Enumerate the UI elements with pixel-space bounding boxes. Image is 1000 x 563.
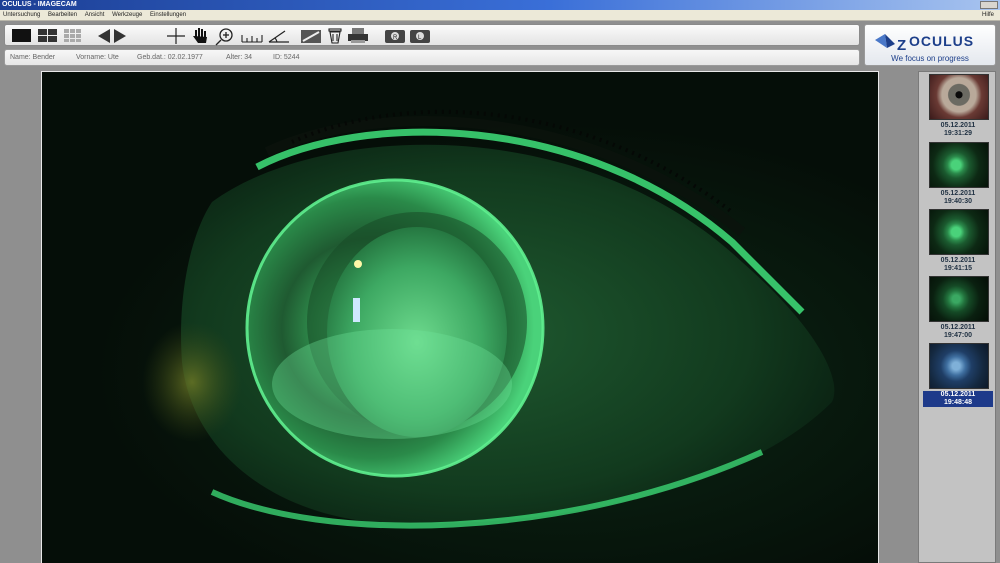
hand-pan-icon[interactable] [193, 28, 207, 43]
thumbnail-1-time: 19:31:29 [943, 130, 973, 137]
svg-text:R: R [393, 35, 398, 41]
zoom-icon[interactable] [215, 28, 233, 46]
title-bar: OCULUS - IMAGECAM [0, 0, 1000, 10]
menu-einstellungen[interactable]: Einstellungen [147, 10, 189, 21]
oculus-logo: Z OCULUS We focus on progress [864, 24, 996, 66]
print-icon[interactable] [348, 28, 368, 43]
menu-bar: Untersuchung Bearbeiten Ansicht Werkzeug… [0, 10, 1000, 21]
multi-view-icon[interactable] [64, 29, 81, 42]
patient-name: Name: Bender [10, 54, 56, 61]
menu-hilfe[interactable]: Hilfe [979, 10, 997, 21]
patient-age: Alter: 34 [226, 54, 253, 61]
thumbnail-2-date: 05.12.2011 [940, 190, 976, 197]
edit-tools-icon[interactable] [301, 30, 321, 43]
logo-brand: OCULUS [909, 33, 975, 49]
thumbnail-1-date: 05.12.2011 [940, 122, 976, 129]
thumbnail-5-date: 05.12.2011 [923, 391, 993, 399]
thumbnail-5[interactable] [929, 343, 989, 389]
thumbnail-3-date: 05.12.2011 [940, 257, 976, 264]
crosshair-icon[interactable] [167, 28, 185, 44]
patient-info-bar: Name: Bender Vorname: Ute Geb.dat.: 02.0… [4, 49, 860, 66]
thumbnail-3-time: 19:41:15 [943, 265, 973, 272]
fluorescein-eye-image [142, 109, 835, 529]
window-controls[interactable] [980, 1, 998, 9]
thumbnail-2-time: 19:40:30 [943, 198, 973, 205]
patient-vorname: Vorname: Ute [76, 54, 119, 61]
thumbnail-4-date: 05.12.2011 [940, 324, 976, 331]
delete-icon[interactable] [328, 28, 342, 44]
angle-icon[interactable] [268, 30, 289, 43]
toolbar: R L [4, 24, 860, 46]
main-image-viewer[interactable] [41, 71, 879, 563]
ruler-icon[interactable] [241, 35, 263, 43]
window-title: OCULUS - IMAGECAM [2, 1, 77, 8]
menu-untersuchung[interactable]: Untersuchung [0, 10, 43, 21]
patient-id: ID: 5244 [273, 54, 300, 61]
thumbnail-5-time: 19:48:48 [923, 399, 993, 407]
logo-tagline: We focus on progress [891, 54, 969, 63]
thumbnail-3[interactable] [929, 209, 989, 255]
thumbnail-sidebar: 05.12.2011 19:31:29 05.12.2011 19:40:30 … [918, 71, 996, 563]
logo-mark-letter: Z [897, 37, 906, 54]
menu-ansicht[interactable]: Ansicht [82, 10, 108, 21]
previous-icon[interactable] [98, 29, 110, 43]
thumbnail-4[interactable] [929, 276, 989, 322]
thumbnail-1[interactable] [929, 74, 989, 120]
quad-view-icon[interactable] [38, 29, 57, 42]
single-view-icon[interactable] [12, 29, 31, 42]
menu-bearbeiten[interactable]: Bearbeiten [45, 10, 80, 21]
thumbnail-4-time: 19:47:00 [943, 332, 973, 339]
patient-birthdate: Geb.dat.: 02.02.1977 [137, 54, 203, 61]
camera-left-icon[interactable]: L [410, 30, 430, 43]
menu-werkzeuge[interactable]: Werkzeuge [109, 10, 145, 21]
thumbnail-2[interactable] [929, 142, 989, 188]
next-icon[interactable] [114, 29, 126, 43]
camera-right-icon[interactable]: R [385, 30, 405, 43]
